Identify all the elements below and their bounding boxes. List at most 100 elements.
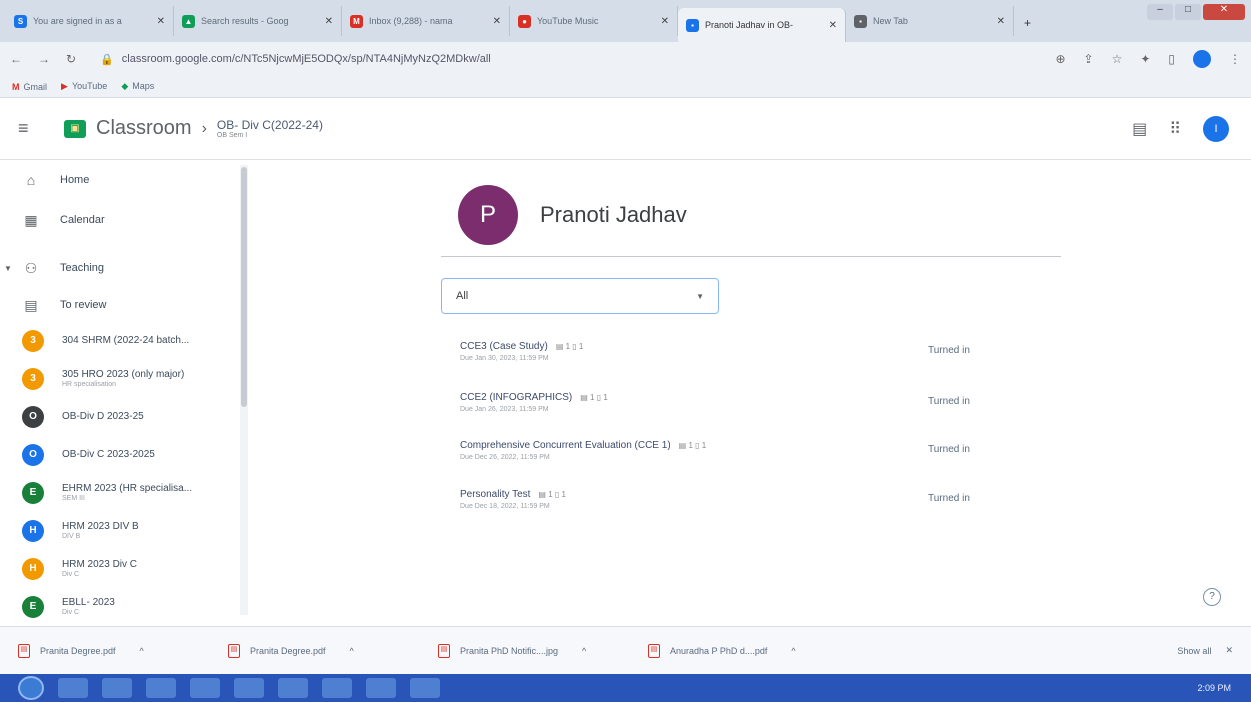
sidebar-scrollbar[interactable]: [240, 165, 248, 615]
assignment-meta: ▤ 1 ▯ 1: [555, 342, 584, 351]
tab-close-icon[interactable]: ✕: [493, 16, 501, 27]
taskbar-app[interactable]: [146, 678, 176, 698]
sidebar-item-teaching[interactable]: ▼ ⚇ Teaching: [0, 248, 248, 288]
close-downloads-icon[interactable]: ✕: [1225, 645, 1233, 656]
sidebar-item-to-review[interactable]: ▤ To review: [0, 288, 248, 322]
taskbar-app[interactable]: [190, 678, 220, 698]
download-item[interactable]: ▤ Pranita Degree.pdf ^: [18, 643, 228, 658]
browser-tab[interactable]: M Inbox (9,288) - nama ✕: [342, 6, 510, 36]
url-field[interactable]: 🔒 classroom.google.com/c/NTc5NjcwMjE5ODQ…: [92, 47, 1039, 71]
assignment-row[interactable]: CCE2 (INFOGRAPHICS) ▤ 1 ▯ 1 Due Jan 26, 20…: [460, 392, 1060, 432]
assignment-row[interactable]: Personality Test ▤ 1 ▯ 1 Due Dec 18, 2022,…: [460, 489, 1060, 529]
extensions-icon[interactable]: ✦: [1140, 52, 1150, 66]
zoom-icon[interactable]: ⊕: [1055, 52, 1065, 66]
pdf-file-icon: ▤: [18, 643, 30, 658]
bookmark-item[interactable]: ◆ Maps: [121, 81, 154, 92]
assignment-row[interactable]: CCE3 (Case Study) ▤ 1 ▯ 1 Due Jan 30, 2023…: [460, 341, 1060, 381]
chevron-up-icon[interactable]: ^: [350, 646, 354, 656]
bookmark-star-icon[interactable]: ☆: [1112, 52, 1123, 66]
browser-tab[interactable]: S You are signed in as a ✕: [6, 6, 174, 36]
browser-tab[interactable]: ▪ New Tab ✕: [846, 6, 1014, 36]
chevron-up-icon[interactable]: ^: [582, 646, 586, 656]
people-icon: ⚇: [24, 259, 38, 276]
sidebar-class-item[interactable]: 3 305 HRO 2023 (only major) HR specialisat…: [0, 360, 248, 398]
taskbar-app[interactable]: [366, 678, 396, 698]
class-list: 3 304 SHRM (2022-24 batch... 3 305 HRO 2023…: [0, 322, 248, 624]
sidebar-item-home[interactable]: ⌂ Home: [0, 160, 248, 200]
tab-close-icon[interactable]: ✕: [829, 20, 837, 31]
pdf-file-icon: ▤: [648, 643, 660, 658]
download-item[interactable]: ▤ Pranita Degree.pdf ^: [228, 643, 438, 658]
download-item[interactable]: ▤ Anuradha P PhD d....pdf ^: [648, 643, 858, 658]
help-icon[interactable]: ?: [1203, 588, 1221, 606]
chevron-up-icon[interactable]: ^: [791, 646, 795, 656]
download-name: Pranita Degree.pdf: [40, 645, 116, 656]
taskbar-app[interactable]: [410, 678, 440, 698]
browser-tab[interactable]: ▪ Pranoti Jadhav in OB- ✕: [678, 8, 846, 42]
breadcrumb[interactable]: OB- Div C(2022-24) OB Sem I: [217, 118, 323, 139]
menu-kebab-icon[interactable]: ⋮: [1229, 52, 1241, 66]
taskbar-app[interactable]: [322, 678, 352, 698]
sidepanel-icon[interactable]: ▯: [1168, 52, 1175, 66]
pdf-file-icon: ▤: [228, 643, 240, 658]
assignment-meta: ▤ 1 ▯ 1: [538, 490, 566, 499]
assignment-filter-select[interactable]: All ▼: [441, 278, 719, 314]
classroom-logo-icon: ▣: [64, 119, 86, 138]
sidebar-class-item[interactable]: 3 304 SHRM (2022-24 batch...: [0, 322, 248, 360]
chevron-up-icon[interactable]: ^: [140, 646, 144, 656]
show-all-button[interactable]: Show all: [1177, 646, 1211, 656]
taskbar-app[interactable]: [278, 678, 308, 698]
download-item[interactable]: ▤ Pranita PhD Notific....jpg ^: [438, 643, 648, 658]
calendar-icon[interactable]: ▤: [1132, 119, 1147, 139]
scrollbar-thumb[interactable]: [241, 167, 247, 407]
sidebar-class-item[interactable]: E EHRM 2023 (HR specialisa... SEM III: [0, 474, 248, 512]
bookmark-label: YouTube: [71, 81, 108, 91]
browser-tab[interactable]: ▲ Search results - Goog ✕: [174, 6, 342, 36]
window-close-button[interactable]: ✕: [1203, 4, 1245, 20]
tab-favicon-icon: S: [14, 14, 27, 28]
sidebar-class-item[interactable]: H HRM 2023 Div C Div C: [0, 550, 248, 588]
profile-avatar[interactable]: [1193, 50, 1211, 68]
brand-title[interactable]: Classroom: [96, 117, 192, 140]
tab-close-icon[interactable]: ✕: [157, 16, 165, 27]
reload-icon[interactable]: ↻: [66, 52, 76, 66]
class-item-name: OB-Div D 2023-25: [62, 410, 144, 422]
start-button[interactable]: [18, 676, 44, 700]
maximize-button[interactable]: □: [1175, 4, 1201, 20]
sidebar-item-calendar[interactable]: ▦ Calendar: [0, 200, 248, 240]
tab-close-icon[interactable]: ✕: [997, 16, 1005, 27]
taskbar-app[interactable]: [58, 678, 88, 698]
tab-title: New Tab: [873, 16, 908, 26]
class-item-sub: DIV B: [62, 532, 81, 540]
download-name: Pranita PhD Notific....jpg: [460, 645, 559, 656]
assignment-meta: ▤ 1 ▯ 1: [580, 393, 608, 402]
account-avatar[interactable]: I: [1203, 116, 1229, 142]
back-icon[interactable]: ←: [10, 52, 22, 66]
bookmark-item[interactable]: ▶ YouTube: [61, 81, 107, 92]
class-item-name: 305 HRO 2023 (only major): [62, 369, 185, 381]
filter-value: All: [456, 290, 469, 302]
new-tab-button[interactable]: +: [1024, 16, 1031, 30]
browser-tab[interactable]: ● YouTube Music ✕: [510, 6, 678, 36]
sidebar-class-item[interactable]: O OB-Div D 2023-25: [0, 398, 248, 436]
taskbar-app[interactable]: [234, 678, 264, 698]
tab-close-icon[interactable]: ✕: [661, 16, 669, 27]
minimize-button[interactable]: –: [1147, 4, 1173, 20]
sidebar-class-item[interactable]: O OB-Div C 2023-2025: [0, 436, 248, 474]
taskbar-app[interactable]: [102, 678, 132, 698]
forward-icon[interactable]: →: [38, 52, 50, 66]
sidebar-class-item[interactable]: E EBLL- 2023 Div C: [0, 588, 248, 624]
apps-grid-icon[interactable]: ⠿: [1169, 119, 1181, 139]
sidebar-class-item[interactable]: H HRM 2023 DIV B DIV B: [0, 512, 248, 550]
assignment-row[interactable]: Comprehensive Concurrent Evaluation (CCE…: [460, 440, 1060, 480]
bookmark-icon: M: [12, 81, 20, 92]
share-icon[interactable]: ⇪: [1084, 52, 1094, 66]
caret-down-icon[interactable]: ▼: [4, 264, 12, 273]
bookmark-item[interactable]: M Gmail: [12, 82, 47, 92]
class-item-name: EBLL- 2023: [62, 597, 115, 609]
student-profile: P Pranoti Jadhav: [458, 185, 687, 245]
tab-close-icon[interactable]: ✕: [325, 16, 333, 27]
bookmarks-bar: M Gmail ▶ YouTube ◆ Maps: [0, 76, 1251, 98]
main-menu-icon[interactable]: ≡: [18, 118, 58, 139]
tab-title: Search results - Goog: [201, 16, 289, 26]
